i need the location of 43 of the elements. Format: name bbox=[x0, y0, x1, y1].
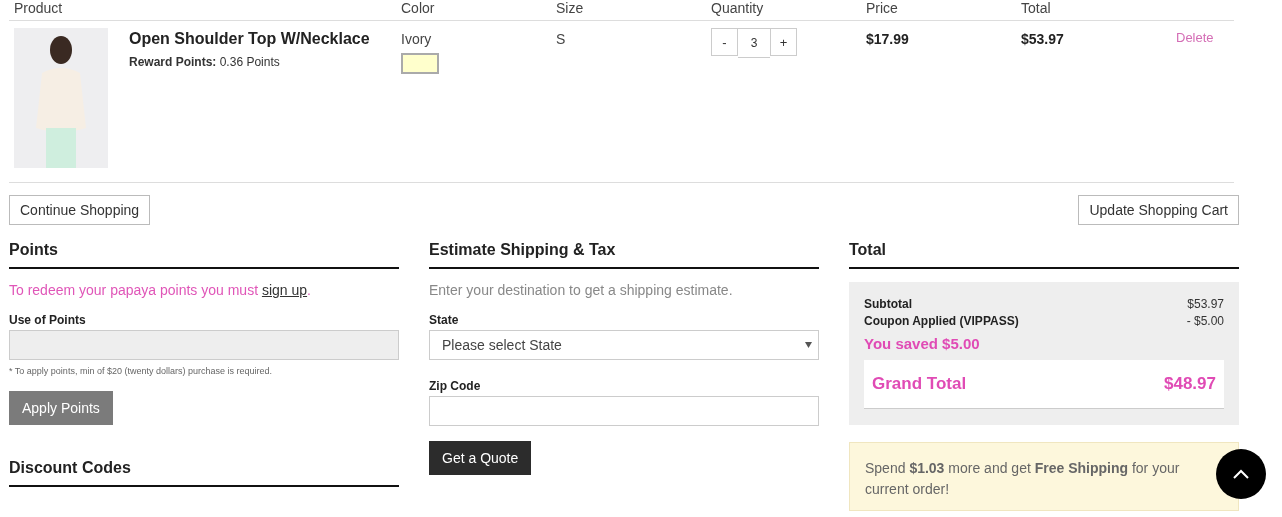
section-title: Points bbox=[9, 241, 399, 269]
quantity-field[interactable]: 3 bbox=[738, 28, 770, 58]
column-header: Price bbox=[866, 0, 898, 16]
increment-button[interactable]: + bbox=[770, 28, 797, 56]
apply-points-button[interactable]: Apply Points bbox=[9, 391, 113, 425]
total-label: Coupon Applied (VIPPASS) bbox=[864, 313, 1019, 330]
zip-code-input[interactable] bbox=[429, 396, 819, 426]
column-header: Product bbox=[14, 0, 63, 16]
column-header: Color bbox=[401, 0, 435, 16]
continue-shopping-button[interactable]: Continue Shopping bbox=[9, 195, 151, 225]
field-label: Zip Code bbox=[429, 379, 481, 393]
column-header: Total bbox=[1021, 0, 1051, 16]
decrement-button[interactable]: - bbox=[711, 28, 738, 56]
field-label: Use of Points bbox=[9, 313, 86, 327]
column-header: Size bbox=[556, 0, 584, 16]
redeem-message: To redeem your papaya points you must sign up. bbox=[9, 282, 311, 298]
shipping-intro: Enter your destination to get a shipping estimate. bbox=[429, 282, 733, 298]
get-quote-button[interactable]: Get a Quote bbox=[429, 441, 532, 475]
points-input[interactable] bbox=[9, 330, 399, 360]
product-name[interactable]: Open Shoulder Top W/Necklace bbox=[129, 30, 370, 48]
color-name: Ivory bbox=[401, 31, 432, 47]
column-header: Quantity bbox=[711, 0, 764, 16]
caret-icon bbox=[805, 342, 812, 348]
price: $17.99 bbox=[866, 31, 909, 47]
grand-total-value: $48.97 bbox=[1164, 374, 1216, 394]
savings-text: You saved $5.00 bbox=[864, 335, 981, 352]
field-label: State bbox=[429, 313, 459, 327]
points-note: * To apply points, min of $20 (twenty dollars) purchase is required. bbox=[9, 366, 272, 376]
section-title: Discount Codes bbox=[9, 459, 399, 487]
grand-total-label: Grand Total bbox=[872, 374, 967, 394]
total-value: $53.97 bbox=[1187, 296, 1224, 313]
reward-points: Reward Points: 0.36 Points bbox=[129, 55, 281, 69]
update-cart-button[interactable]: Update Shopping Cart bbox=[1078, 195, 1239, 225]
chevron-up-icon bbox=[1233, 469, 1249, 479]
section-title: Estimate Shipping & Tax bbox=[429, 241, 819, 269]
total-label: Subtotal bbox=[864, 296, 912, 313]
total-value: - $5.00 bbox=[1186, 313, 1224, 330]
row-total: $53.97 bbox=[1021, 31, 1064, 47]
back-to-top-button[interactable] bbox=[1216, 449, 1266, 499]
state-select[interactable]: Please select State bbox=[429, 330, 819, 360]
size-value: S bbox=[556, 31, 566, 47]
section-title: Total bbox=[849, 241, 1239, 269]
free-shipping-notice: Spend $1.03 more and get Free Shipping for your current order! bbox=[849, 442, 1239, 511]
